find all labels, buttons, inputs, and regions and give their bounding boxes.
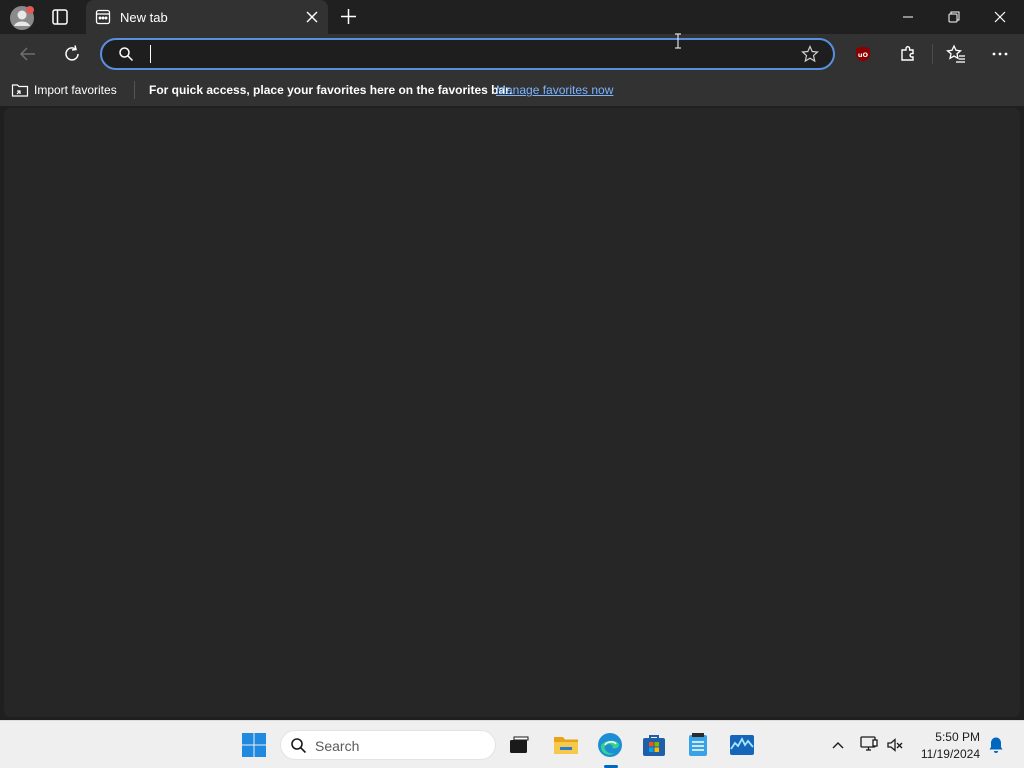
- resource-monitor-icon[interactable]: [728, 731, 756, 759]
- favorites-icon[interactable]: [946, 44, 966, 64]
- taskbar: Search 5:50 PM 11/19/2024: [0, 720, 1024, 768]
- browser-toolbar: uO: [0, 34, 1024, 74]
- text-cursor-icon: [673, 32, 683, 50]
- manage-favorites-link[interactable]: Manage favorites now: [496, 83, 613, 97]
- profile-avatar-icon[interactable]: [9, 5, 35, 31]
- close-icon[interactable]: [305, 10, 319, 24]
- favorites-divider: [134, 81, 135, 99]
- workspaces-icon[interactable]: [51, 8, 69, 26]
- notification-bell-icon[interactable]: [988, 736, 1004, 754]
- address-input[interactable]: [146, 44, 786, 64]
- import-favorites-button[interactable]: Import favorites: [34, 83, 117, 97]
- network-icon[interactable]: [859, 735, 879, 753]
- taskbar-search-label: Search: [315, 738, 360, 754]
- window-close-icon[interactable]: [992, 9, 1008, 25]
- svg-text:uO: uO: [858, 51, 869, 59]
- title-bar: New tab: [0, 0, 1024, 34]
- ublock-origin-icon[interactable]: uO: [855, 46, 871, 62]
- notepad-icon[interactable]: [684, 731, 712, 759]
- new-tab-favicon-icon: [95, 9, 111, 25]
- restore-icon[interactable]: [946, 9, 962, 25]
- more-dots-icon[interactable]: [990, 44, 1010, 64]
- back-arrow-icon[interactable]: [18, 44, 38, 64]
- file-explorer-icon[interactable]: [552, 731, 580, 759]
- edge-browser-icon[interactable]: [596, 731, 624, 759]
- address-bar[interactable]: [100, 38, 835, 70]
- taskbar-search-box[interactable]: Search: [280, 730, 496, 760]
- star-icon[interactable]: [801, 45, 819, 63]
- puzzle-icon[interactable]: [898, 44, 918, 64]
- clock-date[interactable]: 11/19/2024: [921, 747, 980, 761]
- windows-start-icon[interactable]: [240, 731, 268, 759]
- volume-muted-icon[interactable]: [886, 736, 904, 754]
- search-icon: [290, 737, 307, 754]
- tab-title: New tab: [120, 10, 168, 25]
- tab-new-tab[interactable]: New tab: [86, 0, 328, 34]
- search-icon: [118, 46, 134, 62]
- import-favorites-icon[interactable]: [11, 82, 29, 98]
- toolbar-divider: [932, 44, 933, 64]
- page-content[interactable]: [4, 108, 1020, 717]
- favorites-hint: For quick access, place your favorites h…: [149, 83, 513, 97]
- chevron-up-icon[interactable]: [830, 737, 846, 753]
- microsoft-store-icon[interactable]: [640, 731, 668, 759]
- clock-time[interactable]: 5:50 PM: [935, 730, 980, 744]
- plus-icon[interactable]: [339, 7, 358, 26]
- minimize-icon[interactable]: [900, 10, 916, 24]
- favorites-bar: Import favorites For quick access, place…: [0, 74, 1024, 106]
- refresh-icon[interactable]: [62, 44, 82, 64]
- text-caret: [150, 45, 151, 63]
- task-view-icon[interactable]: [505, 731, 533, 759]
